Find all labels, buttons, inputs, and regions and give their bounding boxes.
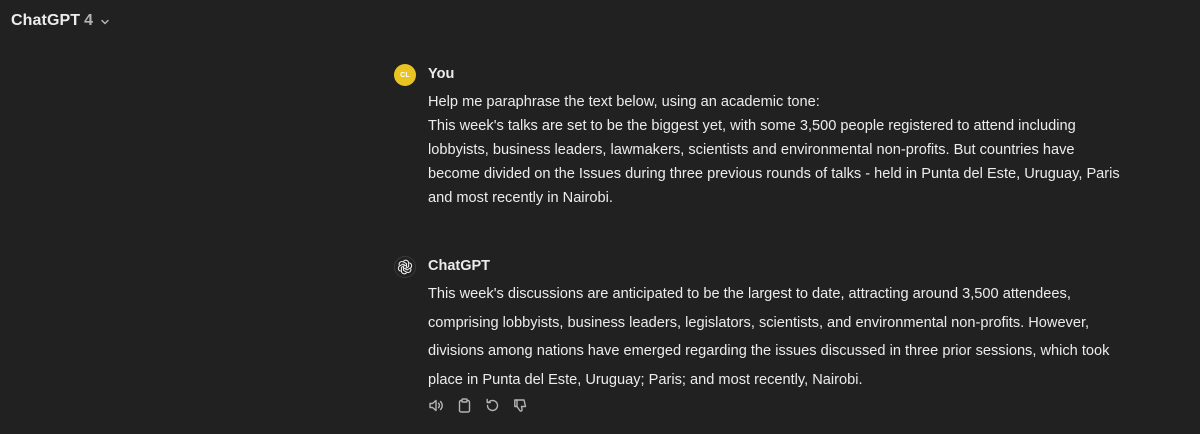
model-selector[interactable]: ChatGPT 4 [11, 10, 111, 32]
read-aloud-icon[interactable] [428, 397, 445, 414]
message-author: You [428, 66, 455, 82]
avatar-initials: CL [400, 71, 410, 79]
model-version: 4 [84, 12, 94, 29]
message-line: Help me paraphrase the text below, using… [428, 94, 820, 110]
message-line: This week's talks are set to be the bigg… [428, 118, 1120, 206]
copy-icon[interactable] [456, 397, 473, 414]
avatar: CL [394, 64, 416, 86]
message-actions [428, 397, 529, 414]
model-name: ChatGPT [11, 12, 81, 29]
chevron-down-icon [99, 16, 111, 28]
regenerate-icon[interactable] [484, 397, 501, 414]
message-text: Help me paraphrase the text below, using… [428, 90, 1128, 210]
thumbs-down-icon[interactable] [512, 397, 529, 414]
chatgpt-logo-icon [394, 256, 416, 278]
message-author: ChatGPT [428, 258, 491, 274]
message-text: This week's discussions are anticipated … [428, 286, 1110, 388]
